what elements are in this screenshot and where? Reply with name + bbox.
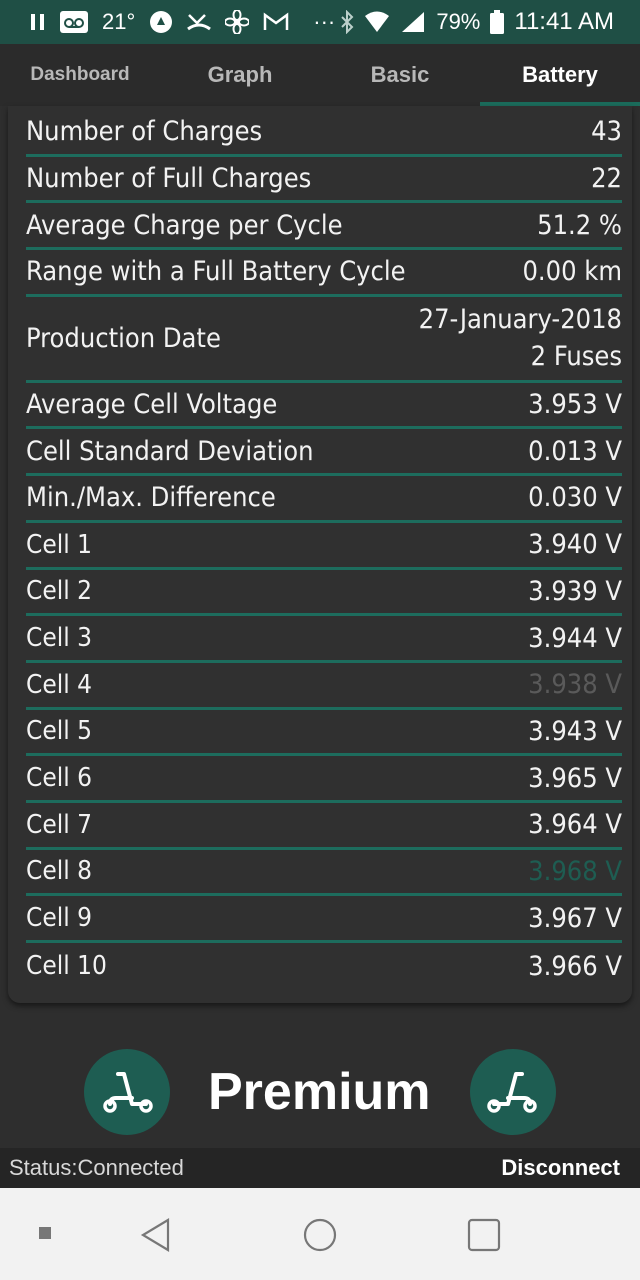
row-value: 3.939 V	[528, 575, 622, 607]
row-value: 22	[591, 163, 622, 195]
info-row-cell-3: Cell 3 3.944 V	[26, 616, 622, 663]
pause-icon	[30, 13, 46, 31]
bluetooth-icon	[340, 10, 354, 34]
row-value: 3.940 V	[528, 529, 622, 561]
row-label: Cell 7	[26, 809, 93, 840]
navigation-bar	[0, 1188, 640, 1280]
row-value: 3.953 V	[528, 389, 622, 421]
production-date-value: 27-January-2018	[418, 304, 622, 336]
tab-bar: Dashboard Graph Basic Battery	[0, 44, 640, 106]
row-label: Cell 5	[26, 716, 93, 747]
clock: 11:41 AM	[514, 8, 614, 35]
info-row-cell-8: Cell 8 3.968 V	[26, 850, 622, 897]
info-row-cell-5: Cell 5 3.943 V	[26, 710, 622, 757]
row-label: Production Date	[26, 322, 221, 354]
row-value: 3.943 V	[528, 715, 622, 747]
tab-basic[interactable]: Basic	[320, 44, 480, 106]
premium-label[interactable]: Premium	[208, 1062, 431, 1122]
scooter-icon[interactable]	[84, 1049, 170, 1135]
info-row-cell-9: Cell 9 3.967 V	[26, 896, 622, 943]
home-icon[interactable]	[303, 1218, 337, 1252]
row-label: Cell 3	[26, 623, 93, 654]
premium-banner[interactable]: Premium	[0, 1040, 640, 1144]
tab-dashboard[interactable]: Dashboard	[0, 44, 160, 106]
row-label: Cell 9	[26, 903, 93, 934]
info-row-cell-4: Cell 4 3.938 V	[26, 663, 622, 710]
row-label: Number of Full Charges	[26, 163, 312, 195]
row-value: 3.968 V	[528, 855, 622, 887]
info-row-cell-10: Cell 10 3.966 V	[26, 943, 622, 990]
row-value: 3.938 V	[528, 669, 622, 701]
battery-icon	[490, 10, 505, 34]
row-label: Cell 2	[26, 576, 93, 607]
row-value: 51.2 %	[537, 209, 622, 241]
info-row-average-charge-per-cycle: Average Charge per Cycle 51.2 %	[26, 203, 622, 251]
row-label: Range with a Full Battery Cycle	[26, 256, 406, 288]
row-value: 3.965 V	[528, 762, 622, 794]
info-row-average-cell-voltage: Average Cell Voltage 3.953 V	[26, 383, 622, 430]
tab-graph[interactable]: Graph	[160, 44, 320, 106]
tab-battery[interactable]: Battery	[480, 44, 640, 106]
recents-icon[interactable]	[467, 1218, 501, 1252]
row-value: 27-January-2018 2 Fuses	[419, 301, 622, 375]
signal-icon	[400, 11, 426, 33]
connection-status: Status:Connected	[9, 1155, 184, 1180]
row-value: 3.967 V	[528, 902, 622, 934]
row-label: Cell 10	[26, 951, 107, 982]
voicemail-icon	[60, 11, 88, 33]
scooter-icon[interactable]	[470, 1049, 556, 1135]
wifi-icon	[364, 11, 390, 33]
row-value: 3.944 V	[528, 622, 622, 654]
info-row-range-full-cycle: Range with a Full Battery Cycle 0.00 km	[26, 250, 622, 297]
connection-bar: Status:Connected Disconnect	[0, 1148, 640, 1188]
row-value: 3.966 V	[528, 950, 622, 982]
row-label: Cell 6	[26, 763, 93, 794]
gmail-icon	[263, 12, 289, 32]
info-row-cell-1: Cell 1 3.940 V	[26, 523, 622, 570]
row-label: Average Cell Voltage	[26, 389, 278, 421]
info-row-cell-std-deviation: Cell Standard Deviation 0.013 V	[26, 429, 622, 477]
row-value: 43	[591, 116, 622, 148]
info-row-min-max-difference: Min./Max. Difference 0.030 V	[26, 476, 622, 523]
battery-info-card: Number of Charges 43 Number of Full Char…	[8, 106, 632, 1003]
info-row-cell-6: Cell 6 3.965 V	[26, 756, 622, 803]
row-label: Cell Standard Deviation	[26, 435, 314, 467]
row-value: 0.030 V	[528, 482, 622, 514]
row-value: 3.964 V	[528, 809, 622, 841]
back-icon[interactable]	[140, 1218, 172, 1252]
row-label: Min./Max. Difference	[26, 482, 276, 514]
info-row-cell-2: Cell 2 3.939 V	[26, 570, 622, 617]
info-row-production-date: Production Date 27-January-2018 2 Fuses	[26, 297, 622, 383]
info-row-number-of-full-charges: Number of Full Charges 22	[26, 157, 622, 204]
battery-percent: 79%	[436, 9, 481, 34]
status-bar: 21° ··· 79% 11:41 AM	[0, 0, 640, 44]
row-label: Cell 4	[26, 669, 93, 700]
battery-info-list[interactable]: Number of Charges 43 Number of Full Char…	[26, 110, 622, 990]
disconnect-button[interactable]: Disconnect	[501, 1155, 640, 1181]
row-value: 0.00 km	[522, 256, 622, 288]
alarm-icon	[149, 10, 173, 34]
row-label: Cell 1	[26, 529, 93, 560]
fan-icon	[225, 10, 250, 34]
row-label: Number of Charges	[26, 116, 263, 148]
row-value: 0.013 V	[528, 435, 622, 467]
menu-dot-icon[interactable]	[38, 1226, 52, 1240]
info-row-cell-7: Cell 7 3.964 V	[26, 803, 622, 850]
row-label: Cell 8	[26, 856, 93, 887]
temperature-text: 21°	[102, 9, 136, 34]
fuses-value: 2 Fuses	[530, 341, 622, 373]
row-label: Average Charge per Cycle	[26, 209, 343, 241]
info-row-number-of-charges: Number of Charges 43	[26, 110, 622, 157]
missed-call-icon	[187, 11, 212, 33]
more-notifications-icon: ···	[313, 9, 336, 34]
